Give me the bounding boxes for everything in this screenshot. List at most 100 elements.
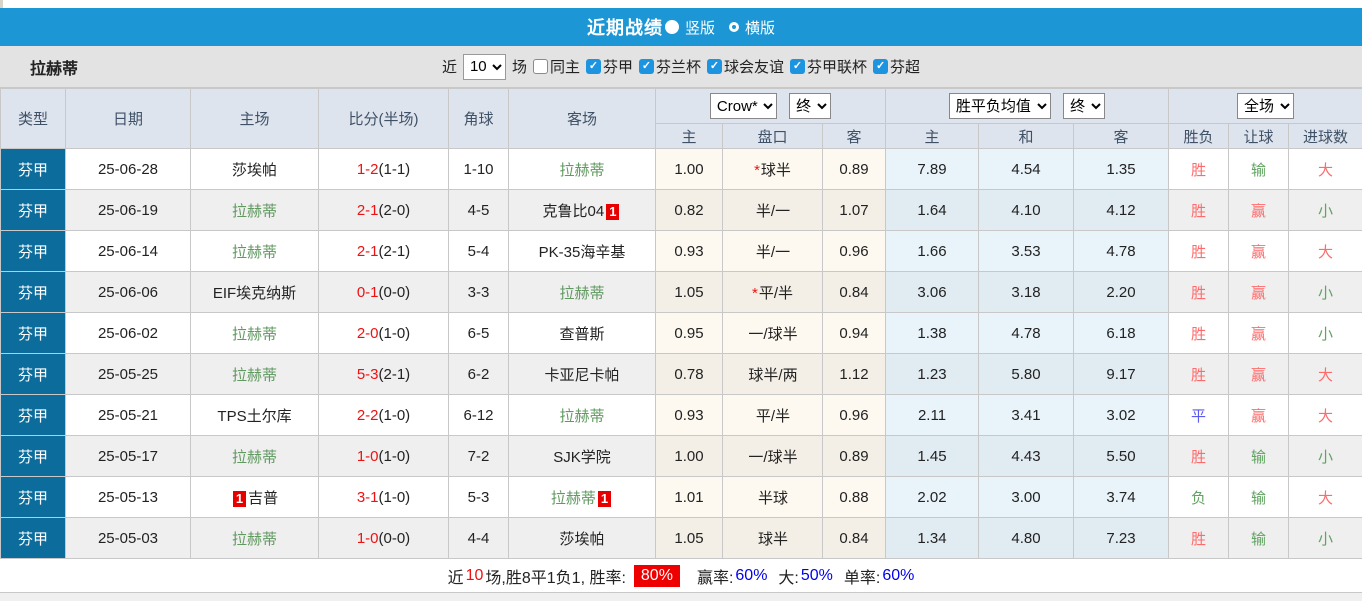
- match-date-cell: 25-06-19: [65, 189, 191, 231]
- result-goals-cell: 小: [1288, 517, 1362, 559]
- checkbox-label[interactable]: 球会友谊: [724, 56, 784, 77]
- match-row: 芬甲 25-05-25 拉赫蒂 5-3(2-1) 6-2 卡亚尼卡帕 0.78 球半/两 1.1…: [0, 353, 1362, 395]
- odds-stage-select-1[interactable]: 终: [789, 93, 832, 119]
- away-team-cell: 拉赫蒂: [508, 271, 656, 313]
- subheader-avg-away: 客: [1072, 123, 1170, 149]
- odds-home-cell: 0.93: [655, 394, 723, 436]
- radio-horizontal-label[interactable]: 横版: [745, 17, 775, 38]
- result-handicap-cell: 赢: [1228, 271, 1290, 313]
- avg-away-cell: 4.12: [1072, 189, 1170, 231]
- results-table: 类型 日期 主场 比分(半场) 角球 客场 Crow* 终 胜平负均值 终 全场: [0, 88, 1362, 559]
- score-cell: 1-2(1-1): [318, 148, 449, 190]
- corner-count-cell: 6-5: [448, 312, 509, 354]
- halftime-score: (1-0): [378, 488, 411, 506]
- games-count-select[interactable]: 10: [462, 53, 506, 80]
- score-cell: 0-1(0-0): [318, 271, 449, 313]
- checkbox-checked-icon[interactable]: [639, 59, 654, 74]
- red-card-badge: 1: [597, 490, 612, 507]
- avg-home-cell: 1.38: [885, 312, 979, 354]
- result-goals-cell: 大: [1288, 148, 1362, 190]
- handicap-text: 平/半: [755, 407, 791, 425]
- checkbox-label[interactable]: 芬甲联杯: [807, 56, 867, 77]
- handicap-text: 平/半: [758, 284, 793, 302]
- result-goals-cell: 大: [1288, 476, 1362, 518]
- bookmaker-select[interactable]: Crow*: [709, 93, 777, 119]
- summary-record: 场,胜8平1负1, 胜率:: [485, 569, 626, 587]
- avg-odds-select[interactable]: 胜平负均值: [948, 93, 1051, 119]
- radio-vertical-label[interactable]: 竖版: [685, 17, 715, 38]
- team-name: TPS土尔库: [217, 407, 292, 425]
- checkbox-label[interactable]: 芬甲: [603, 56, 633, 77]
- team-name: 查普斯: [559, 325, 605, 343]
- odds-stage-select-2[interactable]: 终: [1063, 93, 1106, 119]
- result-scope-select[interactable]: 全场: [1237, 93, 1295, 119]
- checkbox-checked-icon[interactable]: [585, 59, 601, 74]
- halftime-score: (1-0): [378, 406, 411, 424]
- team-name: 卡亚尼卡帕: [544, 366, 620, 384]
- checkbox-checked-icon[interactable]: [873, 59, 889, 74]
- corner-count-cell: 1-10: [448, 148, 509, 190]
- away-team-cell: 卡亚尼卡帕: [508, 353, 656, 395]
- handicap-line-cell: 平/半: [722, 394, 823, 436]
- fulltime-score: 2-1: [356, 201, 379, 219]
- avg-home-cell: 1.34: [885, 517, 979, 559]
- score-cell: 2-1(2-0): [318, 189, 449, 231]
- odds-away-cell: 0.84: [822, 271, 886, 313]
- result-wdl-cell: 胜: [1168, 271, 1230, 313]
- result-wdl-cell: 胜: [1168, 435, 1230, 477]
- match-row: 芬甲 25-06-06 EIF埃克纳斯 0-1(0-0) 3-3 拉赫蒂 1.05 *平/半 0…: [0, 271, 1362, 313]
- team-title: 拉赫蒂: [30, 60, 79, 78]
- fulltime-score: 1-2: [356, 160, 379, 178]
- result-goals-cell: 小: [1288, 312, 1362, 354]
- fulltime-score: 3-1: [356, 488, 379, 506]
- match-row: 芬甲 25-06-28 莎埃帕 1-2(1-1) 1-10 拉赫蒂 1.00 *球半 0.89 7…: [0, 148, 1362, 190]
- match-date-cell: 25-06-02: [65, 312, 191, 354]
- league-filter-checkboxes: 同主 芬甲 芬兰杯 球会友谊 芬甲联杯 芬超: [527, 56, 920, 77]
- match-date-cell: 25-05-25: [65, 353, 191, 395]
- subheader-goals-result: 进球数: [1288, 123, 1362, 149]
- result-wdl-cell: 胜: [1168, 189, 1230, 231]
- team-name: 拉赫蒂: [231, 530, 277, 548]
- handicap-line-cell: 球半/两: [722, 353, 823, 395]
- odds-home-cell: 1.00: [655, 435, 723, 477]
- checkbox-label[interactable]: 芬兰杯: [656, 56, 701, 77]
- result-goals-cell: 大: [1288, 394, 1362, 436]
- odd-rate-value: 60%: [882, 566, 915, 584]
- home-team-cell: EIF埃克纳斯: [190, 271, 319, 313]
- result-handicap-cell: 赢: [1228, 312, 1290, 354]
- radio-horizontal-icon[interactable]: [729, 22, 739, 32]
- fulltime-score: 2-2: [356, 406, 379, 424]
- odds-away-cell: 0.88: [822, 476, 886, 518]
- league-type-cell: 芬甲: [0, 312, 66, 354]
- checkbox-checked-icon[interactable]: [790, 59, 806, 74]
- match-row: 芬甲 25-06-19 拉赫蒂 2-1(2-0) 4-5 克鲁比04 1 0.82 半/一 1.0…: [0, 189, 1362, 231]
- radio-vertical-selected-icon[interactable]: [664, 20, 679, 34]
- team-name: 拉赫蒂: [231, 243, 277, 261]
- match-date-cell: 25-05-17: [65, 435, 191, 477]
- odds-home-cell: 1.00: [655, 148, 723, 190]
- team-name: 拉赫蒂: [231, 202, 277, 220]
- corner-count-cell: 7-2: [448, 435, 509, 477]
- corner-count-cell: 6-12: [448, 394, 509, 436]
- match-row: 芬甲 25-06-14 拉赫蒂 2-1(2-1) 5-4 PK-35海辛基 0.93 半/一 0…: [0, 230, 1362, 272]
- score-cell: 1-0(1-0): [318, 435, 449, 477]
- team-name: 拉赫蒂: [559, 407, 605, 425]
- home-team-cell: 拉赫蒂: [190, 517, 319, 559]
- checkbox-label[interactable]: 芬超: [890, 56, 920, 77]
- avg-draw-cell: 3.18: [978, 271, 1074, 313]
- col-header-date: 日期: [65, 88, 191, 149]
- league-type-cell: 芬甲: [0, 148, 66, 190]
- avg-draw-cell: 3.00: [978, 476, 1074, 518]
- team-name: PK-35海辛基: [538, 243, 626, 261]
- summary-bar: 近 10 场,胜8平1负1, 胜率: 80% 赢率: 60% 大: 50% 单率…: [0, 559, 1362, 593]
- near-label: 近: [441, 59, 457, 76]
- halftime-score: (2-1): [378, 242, 411, 260]
- halftime-score: (2-0): [378, 201, 411, 219]
- odds-home-cell: 0.82: [655, 189, 723, 231]
- team-name: EIF埃克纳斯: [212, 284, 297, 302]
- corner-count-cell: 5-3: [448, 476, 509, 518]
- checkbox-label[interactable]: 同主: [550, 56, 580, 77]
- handicap-line-cell: 球半: [722, 517, 823, 559]
- checkbox-checked-icon[interactable]: [707, 59, 723, 74]
- checkbox-unchecked-icon[interactable]: [532, 59, 548, 74]
